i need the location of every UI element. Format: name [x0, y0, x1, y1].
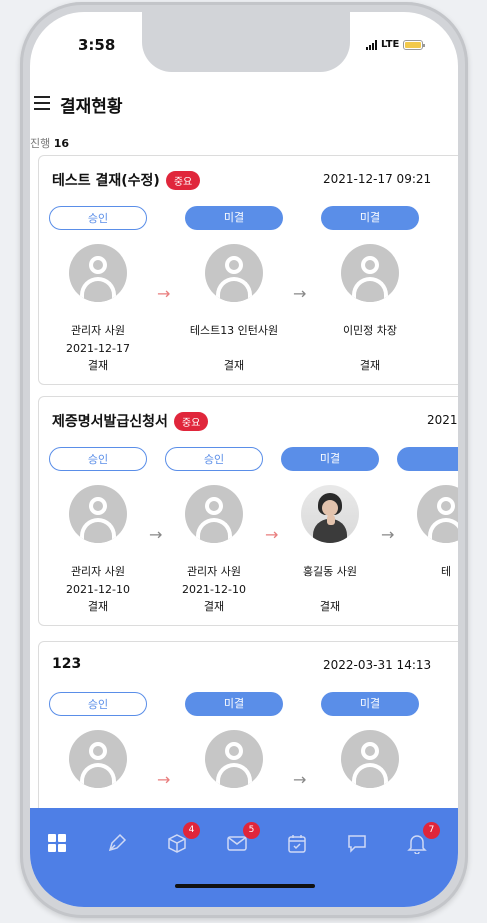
notification-badge: 5 — [243, 822, 260, 839]
progress-label: 진행 — [30, 137, 51, 150]
approver-action: 결재 — [203, 600, 225, 613]
status-pill-pending: 미결 — [185, 206, 283, 230]
nav-dashboard[interactable] — [42, 828, 72, 858]
avatar-placeholder-icon — [205, 730, 263, 788]
status-pill-approved: 승인 — [165, 447, 263, 471]
approver-action: 결재 — [319, 600, 341, 613]
approver-name: 테스트13 인턴사원 — [189, 324, 279, 337]
card-date: 2021-12-17 09:21 — [323, 172, 432, 186]
card-title-row: 제증명서발급신청서 중요 — [52, 411, 209, 431]
approver-date — [185, 342, 283, 356]
menu-icon[interactable] — [34, 96, 50, 110]
status-pill-approved: 승인 — [49, 447, 147, 471]
arrow-right-icon: → — [157, 284, 171, 303]
approver: 미결 — [321, 692, 419, 788]
approver-name: 관리자 사원 — [186, 565, 242, 578]
nav-chat[interactable] — [342, 828, 372, 858]
status-time: 3:58 — [78, 36, 116, 54]
pen-icon — [108, 833, 127, 852]
approver-date — [281, 583, 379, 597]
approver-name: 홍길동 사원 — [302, 565, 358, 578]
card-title-row: 123 — [52, 656, 81, 672]
status-pill-pending: 미결 — [321, 692, 419, 716]
app-header: 결재현황 — [30, 90, 458, 130]
avatar-placeholder-icon — [341, 244, 399, 302]
nav-mail[interactable]: 5 — [222, 822, 260, 858]
approver: 승인 관리자 사원 2021-12-10 결재 — [165, 447, 263, 614]
approver-action: 결재 — [87, 359, 109, 372]
progress-count-value: 16 — [53, 137, 70, 150]
avatar-placeholder-icon — [205, 244, 263, 302]
arrow-right-icon: → — [157, 770, 171, 789]
phone-notch — [142, 12, 350, 72]
status-pill-approved: 승인 — [49, 206, 147, 230]
avatar-photo — [301, 485, 359, 543]
priority-badge: 중요 — [165, 170, 201, 190]
approver-action: 결재 — [223, 359, 245, 372]
status-pill-pending: 미결 — [281, 447, 379, 471]
notification-badge: 7 — [423, 822, 440, 839]
calendar-icon — [288, 835, 306, 853]
status-pill-pending — [397, 447, 458, 471]
approver-date: 2021-12-10 — [66, 583, 130, 596]
avatar-placeholder-icon — [69, 244, 127, 302]
bottom-nav: 4 5 7 — [30, 808, 458, 907]
status-pill-pending: 미결 — [185, 692, 283, 716]
avatar-placeholder-icon — [69, 730, 127, 788]
nav-box[interactable]: 4 — [162, 822, 200, 858]
arrow-right-icon: → — [293, 284, 307, 303]
approver: 승인 관리자 사원 2021-12-10 결재 — [49, 447, 147, 614]
approval-card[interactable]: 제증명서발급신청서 중요 2021 승인 관리자 사원 2021-12-10 결… — [38, 396, 458, 626]
nav-calendar[interactable] — [282, 828, 312, 858]
status-pill-pending: 미결 — [321, 206, 419, 230]
status-pill-approved: 승인 — [49, 692, 147, 716]
phone-screen: 3:58 LTE 결재현황 진행 16 테스트 결재(수정) 중요 2021-1… — [30, 12, 458, 907]
card-title: 제증명서발급신청서 — [52, 414, 168, 430]
page-title: 결재현황 — [60, 97, 123, 117]
arrow-right-icon: → — [149, 525, 163, 544]
approver-action: 결재 — [359, 359, 381, 372]
approver: 미결 홍길동 사원 결재 — [281, 447, 379, 614]
arrow-right-icon: → — [265, 525, 279, 544]
approver: 미결 — [185, 692, 283, 788]
arrow-right-icon: → — [293, 770, 307, 789]
avatar-placeholder-icon — [417, 485, 458, 543]
card-title: 테스트 결재(수정) — [52, 173, 160, 189]
card-date: 2022-03-31 14:13 — [323, 658, 432, 672]
priority-badge: 중요 — [173, 411, 209, 431]
approver-name: 테 — [440, 565, 452, 578]
progress-count: 진행 16 — [30, 135, 69, 151]
nav-alarm[interactable]: 7 — [402, 822, 440, 858]
approver: 미결 테스트13 인턴사원 결재 — [185, 206, 283, 373]
network-label: LTE — [381, 39, 400, 50]
chat-icon — [348, 835, 366, 853]
signal-icon — [366, 39, 377, 50]
dashboard-icon — [48, 834, 66, 852]
arrow-right-icon: → — [381, 525, 395, 544]
approver-name: 관리자 사원 — [70, 324, 126, 337]
approver-name: 관리자 사원 — [70, 565, 126, 578]
card-title-row: 테스트 결재(수정) 중요 — [52, 170, 201, 190]
notification-badge: 4 — [183, 822, 200, 839]
avatar-placeholder-icon — [185, 485, 243, 543]
approval-card[interactable]: 테스트 결재(수정) 중요 2021-12-17 09:21 승인 관리자 사원… — [38, 155, 458, 385]
approver-date: 2021-12-17 — [66, 342, 130, 355]
home-indicator[interactable] — [175, 884, 315, 888]
approver: 테 — [397, 447, 458, 579]
avatar-placeholder-icon — [69, 485, 127, 543]
approver: 미결 이민정 차장 결재 — [321, 206, 419, 373]
approver-date — [321, 342, 419, 356]
card-date: 2021 — [427, 413, 458, 427]
approver: 승인 관리자 사원 2021-12-17 결재 — [49, 206, 147, 373]
approver-date: 2021-12-10 — [182, 583, 246, 596]
approver-action: 결재 — [87, 600, 109, 613]
status-indicators: LTE — [366, 39, 426, 50]
approver-name: 이민정 차장 — [342, 324, 398, 337]
card-title: 123 — [52, 656, 82, 672]
battery-icon — [403, 39, 426, 50]
approver: 승인 — [49, 692, 147, 788]
nav-write[interactable] — [102, 828, 132, 858]
avatar-placeholder-icon — [341, 730, 399, 788]
